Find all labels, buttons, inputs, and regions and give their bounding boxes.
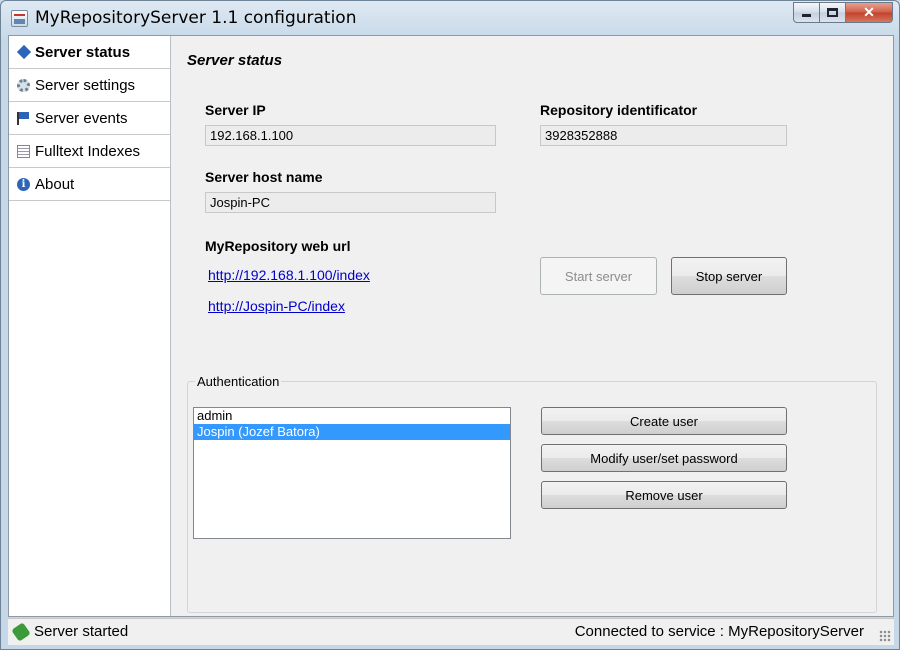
application-window: MyRepositoryServer 1.1 configuration ✕ S… [0, 0, 900, 650]
remove-user-button[interactable]: Remove user [541, 481, 787, 509]
stop-server-button[interactable]: Stop server [671, 257, 787, 295]
web-url-host-link[interactable]: http://Jospin-PC/index [208, 298, 345, 314]
window-title: MyRepositoryServer 1.1 configuration [35, 8, 357, 28]
sidebar: Server status Server settings Server eve… [9, 36, 171, 616]
sidebar-item-label: About [35, 175, 75, 193]
authentication-legend: Authentication [195, 374, 282, 389]
maximize-icon [827, 8, 838, 17]
sidebar-item-label: Server status [35, 43, 131, 61]
sidebar-item-server-status[interactable]: Server status [9, 36, 170, 69]
list-item[interactable]: Jospin (Jozef Batora) [194, 424, 510, 440]
window-controls: ✕ [793, 2, 893, 23]
main-panel: Server status Server IP 192.168.1.100 Re… [172, 36, 893, 616]
create-user-button[interactable]: Create user [541, 407, 787, 435]
server-ip-label: Server IP [205, 102, 266, 118]
connection-status-text: Connected to service : MyRepositoryServe… [574, 623, 864, 640]
sidebar-item-server-events[interactable]: Server events [9, 102, 170, 135]
flag-icon [17, 112, 30, 125]
status-left: Server started [11, 621, 129, 642]
diamond-icon [16, 44, 32, 60]
users-listbox[interactable]: admin Jospin (Jozef Batora) [193, 407, 511, 539]
document-icon [17, 145, 30, 158]
start-server-button[interactable]: Start server [540, 257, 657, 295]
sidebar-item-fulltext-indexes[interactable]: Fulltext Indexes [9, 135, 170, 168]
maximize-button[interactable] [820, 2, 846, 23]
host-name-label: Server host name [205, 169, 323, 185]
title-bar[interactable]: MyRepositoryServer 1.1 configuration ✕ [1, 1, 899, 35]
close-button[interactable]: ✕ [846, 2, 893, 23]
minimize-icon [802, 14, 811, 17]
minimize-button[interactable] [793, 2, 820, 23]
host-name-field[interactable]: Jospin-PC [205, 192, 496, 213]
repository-id-field[interactable]: 3928352888 [540, 125, 787, 146]
client-area: Server status Server settings Server eve… [8, 35, 894, 617]
list-item[interactable]: admin [194, 408, 510, 424]
sidebar-item-server-settings[interactable]: Server settings [9, 69, 170, 102]
plug-icon [11, 621, 31, 642]
close-icon: ✕ [863, 4, 875, 20]
modify-user-button[interactable]: Modify user/set password [541, 444, 787, 472]
sidebar-item-label: Server settings [35, 76, 136, 94]
gear-icon [17, 79, 30, 92]
server-status-text: Server started [34, 623, 129, 640]
sidebar-item-label: Fulltext Indexes [35, 142, 141, 160]
info-icon: i [17, 178, 30, 191]
page-title: Server status [187, 52, 283, 69]
sidebar-item-label: Server events [35, 109, 128, 127]
resize-grip-icon[interactable] [879, 630, 891, 642]
app-icon [11, 10, 28, 27]
web-url-ip-link[interactable]: http://192.168.1.100/index [208, 267, 370, 283]
web-url-label: MyRepository web url [205, 238, 351, 254]
status-bar: Server started Connected to service : My… [8, 618, 894, 645]
repository-id-label: Repository identificator [540, 102, 698, 118]
sidebar-item-about[interactable]: i About [9, 168, 170, 201]
server-ip-field[interactable]: 192.168.1.100 [205, 125, 496, 146]
